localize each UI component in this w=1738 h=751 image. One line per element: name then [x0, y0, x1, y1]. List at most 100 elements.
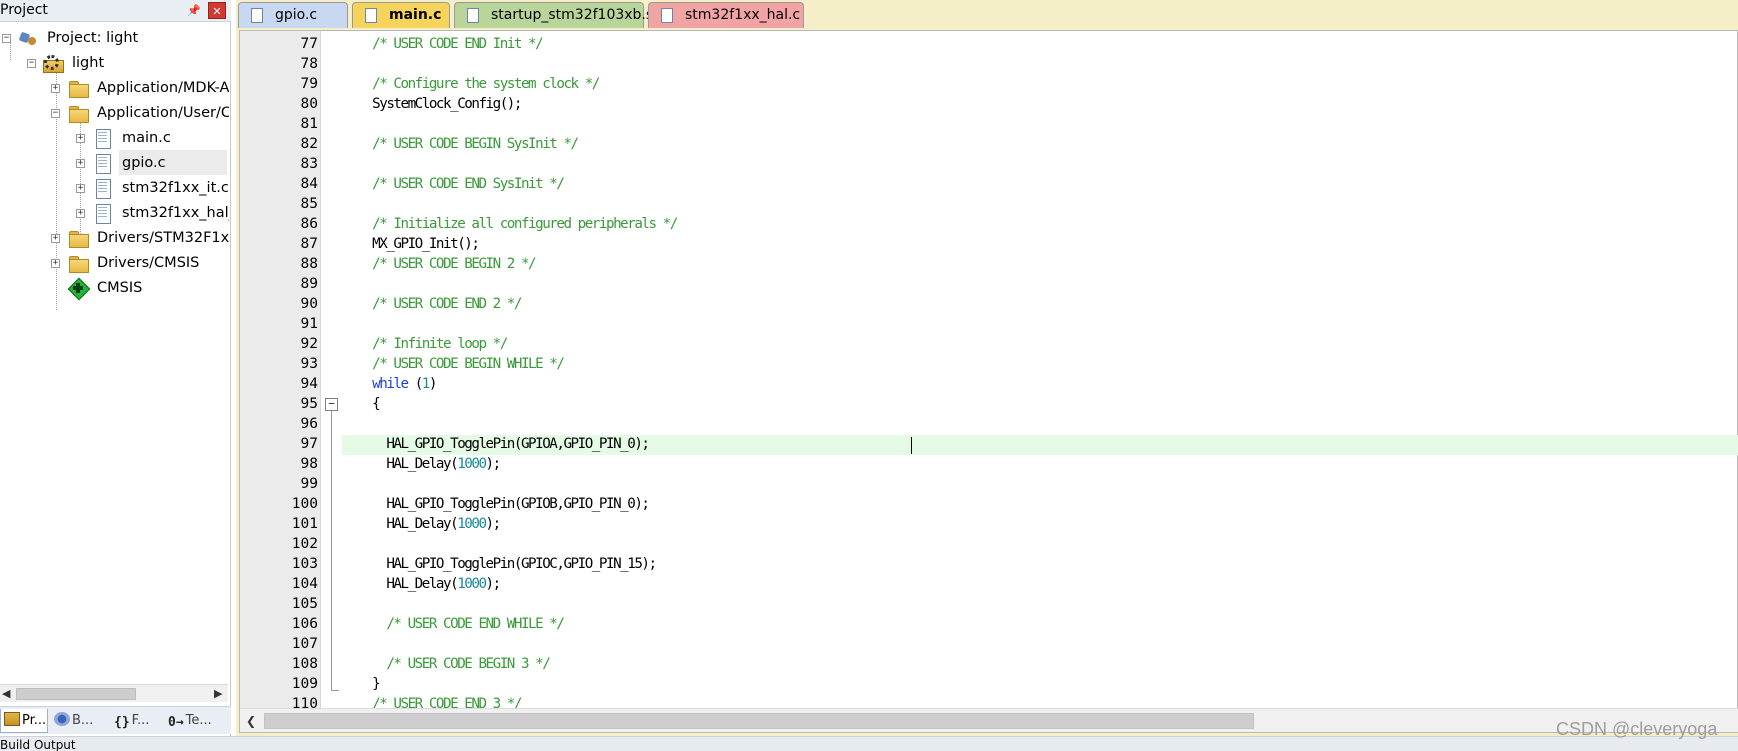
- code-text: HAL_GPIO_TogglePin(GPIOA,GPIO_PIN_0);: [358, 436, 650, 452]
- project-panel-hscrollbar[interactable]: ◀ ▶: [0, 684, 228, 702]
- scrollbar-thumb[interactable]: [16, 688, 136, 700]
- collapse-icon[interactable]: −: [2, 34, 11, 43]
- tree-item-file-gpio-c[interactable]: + gpio.c: [0, 151, 229, 176]
- code-line[interactable]: 92 /* Infinite loop */: [240, 334, 1738, 354]
- code-line[interactable]: 89: [240, 274, 1738, 294]
- code-text: /* USER CODE BEGIN 3 */: [358, 656, 550, 672]
- tab-functions[interactable]: {} F...: [114, 709, 160, 733]
- code-line[interactable]: 86 /* Initialize all configured peripher…: [240, 214, 1738, 234]
- code-line[interactable]: 90 /* USER CODE END 2 */: [240, 294, 1738, 314]
- line-number: 79: [300, 76, 318, 92]
- code-line[interactable]: 84 /* USER CODE END SysInit */: [240, 174, 1738, 194]
- code-text: SystemClock_Config();: [358, 96, 522, 112]
- code-line[interactable]: 78: [240, 54, 1738, 74]
- code-line[interactable]: 77 /* USER CODE END Init */: [240, 34, 1738, 54]
- tree-item-label: Application/User/Core: [97, 105, 229, 121]
- scroll-right-icon[interactable]: ▶: [214, 687, 222, 700]
- code-line[interactable]: 93 /* USER CODE BEGIN WHILE */: [240, 354, 1738, 374]
- expand-icon[interactable]: +: [51, 234, 60, 243]
- code-line[interactable]: 85: [240, 194, 1738, 214]
- code-line[interactable]: 95 {: [240, 394, 1738, 414]
- expand-icon[interactable]: +: [51, 84, 60, 93]
- tab-startup-stm32f103xb-s[interactable]: startup_stm32f103xb.s: [454, 2, 653, 28]
- tree-item-target-light[interactable]: − light: [0, 51, 229, 76]
- code-text: /* USER CODE BEGIN SysInit */: [358, 136, 579, 152]
- tree-item-group-drivers-cmsis[interactable]: + Drivers/CMSIS: [0, 251, 229, 276]
- code-line[interactable]: 94 while (1): [240, 374, 1738, 394]
- editor-hscrollbar[interactable]: ❮: [240, 708, 1738, 732]
- collapse-icon[interactable]: −: [51, 109, 60, 118]
- text-caret: [911, 437, 912, 454]
- code-line[interactable]: 99: [240, 474, 1738, 494]
- expand-icon[interactable]: +: [51, 259, 60, 268]
- code-line[interactable]: 107: [240, 634, 1738, 654]
- code-line[interactable]: 98 HAL_Delay(1000);: [240, 454, 1738, 474]
- tree-item-label: main.c: [122, 130, 171, 146]
- line-number: 109: [291, 676, 318, 692]
- code-line[interactable]: 88 /* USER CODE BEGIN 2 */: [240, 254, 1738, 274]
- code-line[interactable]: 96: [240, 414, 1738, 434]
- line-number: 104: [291, 576, 318, 592]
- code-text: HAL_Delay(1000);: [358, 456, 501, 472]
- tab-books[interactable]: B...: [54, 709, 106, 733]
- open-folder-icon: [68, 104, 89, 123]
- collapse-icon[interactable]: −: [27, 59, 36, 68]
- code-line[interactable]: 79 /* Configure the system clock */: [240, 74, 1738, 94]
- code-line[interactable]: 87 MX_GPIO_Init();: [240, 234, 1738, 254]
- code-text: /* USER CODE END WHILE */: [358, 616, 565, 632]
- pin-icon[interactable]: 📌: [187, 3, 201, 18]
- expand-icon[interactable]: +: [76, 134, 85, 143]
- line-number: 97: [300, 436, 318, 452]
- code-line[interactable]: 83: [240, 154, 1738, 174]
- code-line[interactable]: 97 HAL_GPIO_TogglePin(GPIOA,GPIO_PIN_0);: [240, 434, 1738, 454]
- tab-templates[interactable]: 0→ Te...: [168, 709, 226, 733]
- build-output-label[interactable]: Build Output: [0, 738, 76, 751]
- code-line[interactable]: 101 HAL_Delay(1000);: [240, 514, 1738, 534]
- code-line[interactable]: 102: [240, 534, 1738, 554]
- tree-item-file-stm32f1xx-it-c[interactable]: + stm32f1xx_it.c: [0, 176, 229, 201]
- scroll-left-icon[interactable]: ❮: [246, 714, 256, 728]
- code-line[interactable]: 106 /* USER CODE END WHILE */: [240, 614, 1738, 634]
- code-editor[interactable]: − 77 /* USER CODE END Init */78 79 /* Con…: [239, 30, 1738, 733]
- code-line[interactable]: 105: [240, 594, 1738, 614]
- expand-icon[interactable]: +: [76, 184, 85, 193]
- expand-icon[interactable]: +: [76, 159, 85, 168]
- code-line[interactable]: 104 HAL_Delay(1000);: [240, 574, 1738, 594]
- scrollbar-thumb[interactable]: [264, 713, 1254, 729]
- project-icon: [18, 29, 38, 48]
- code-text: /* USER CODE END Init */: [358, 36, 544, 52]
- tab-project[interactable]: Pr...: [0, 709, 48, 733]
- code-text: {: [358, 396, 381, 412]
- tree-item-project-root[interactable]: − Project: light: [0, 26, 229, 51]
- expand-icon[interactable]: +: [76, 209, 85, 218]
- tree-item-group-drivers-hal[interactable]: + Drivers/STM32F1xx_HAL_Driver: [0, 226, 229, 251]
- code-line[interactable]: 82 /* USER CODE BEGIN SysInit */: [240, 134, 1738, 154]
- project-tab-icon: [4, 712, 20, 726]
- code-line[interactable]: 108 /* USER CODE BEGIN 3 */: [240, 654, 1738, 674]
- tree-item-group-mdk-arm[interactable]: + Application/MDK-ARM: [0, 76, 229, 101]
- code-line[interactable]: 81: [240, 114, 1738, 134]
- code-line[interactable]: 80 SystemClock_Config();: [240, 94, 1738, 114]
- code-text: /* Infinite loop */: [358, 336, 508, 352]
- line-number: 84: [300, 176, 318, 192]
- tab-label: Pr...: [22, 713, 47, 728]
- close-icon[interactable]: ✕: [208, 2, 226, 19]
- file-icon: [93, 154, 113, 174]
- tab-stm32f1xx-hal-c[interactable]: stm32f1xx_hal.c: [648, 2, 804, 28]
- scroll-left-icon[interactable]: ◀: [2, 687, 10, 700]
- tree-item-file-main-c[interactable]: + main.c: [0, 126, 229, 151]
- tree-item-label: Drivers/CMSIS: [97, 255, 200, 271]
- tab-main-c[interactable]: main.c: [352, 2, 450, 28]
- tree-item-group-user-core[interactable]: − Application/User/Core: [0, 101, 229, 126]
- line-number: 77: [300, 36, 318, 52]
- code-line[interactable]: 100 HAL_GPIO_TogglePin(GPIOB,GPIO_PIN_0)…: [240, 494, 1738, 514]
- tree-item-file-stm32f1xx-hal-msp-c[interactable]: + stm32f1xx_hal_msp.c: [0, 201, 229, 226]
- tab-gpio-c[interactable]: gpio.c: [238, 2, 348, 28]
- folder-icon: [68, 79, 89, 98]
- code-line[interactable]: 109 }: [240, 674, 1738, 694]
- code-line[interactable]: 103 HAL_GPIO_TogglePin(GPIOC,GPIO_PIN_15…: [240, 554, 1738, 574]
- tree-item-cmsis-component[interactable]: CMSIS: [0, 276, 229, 301]
- code-text: }: [358, 676, 381, 692]
- code-line[interactable]: 91: [240, 314, 1738, 334]
- line-number: 78: [300, 56, 318, 72]
